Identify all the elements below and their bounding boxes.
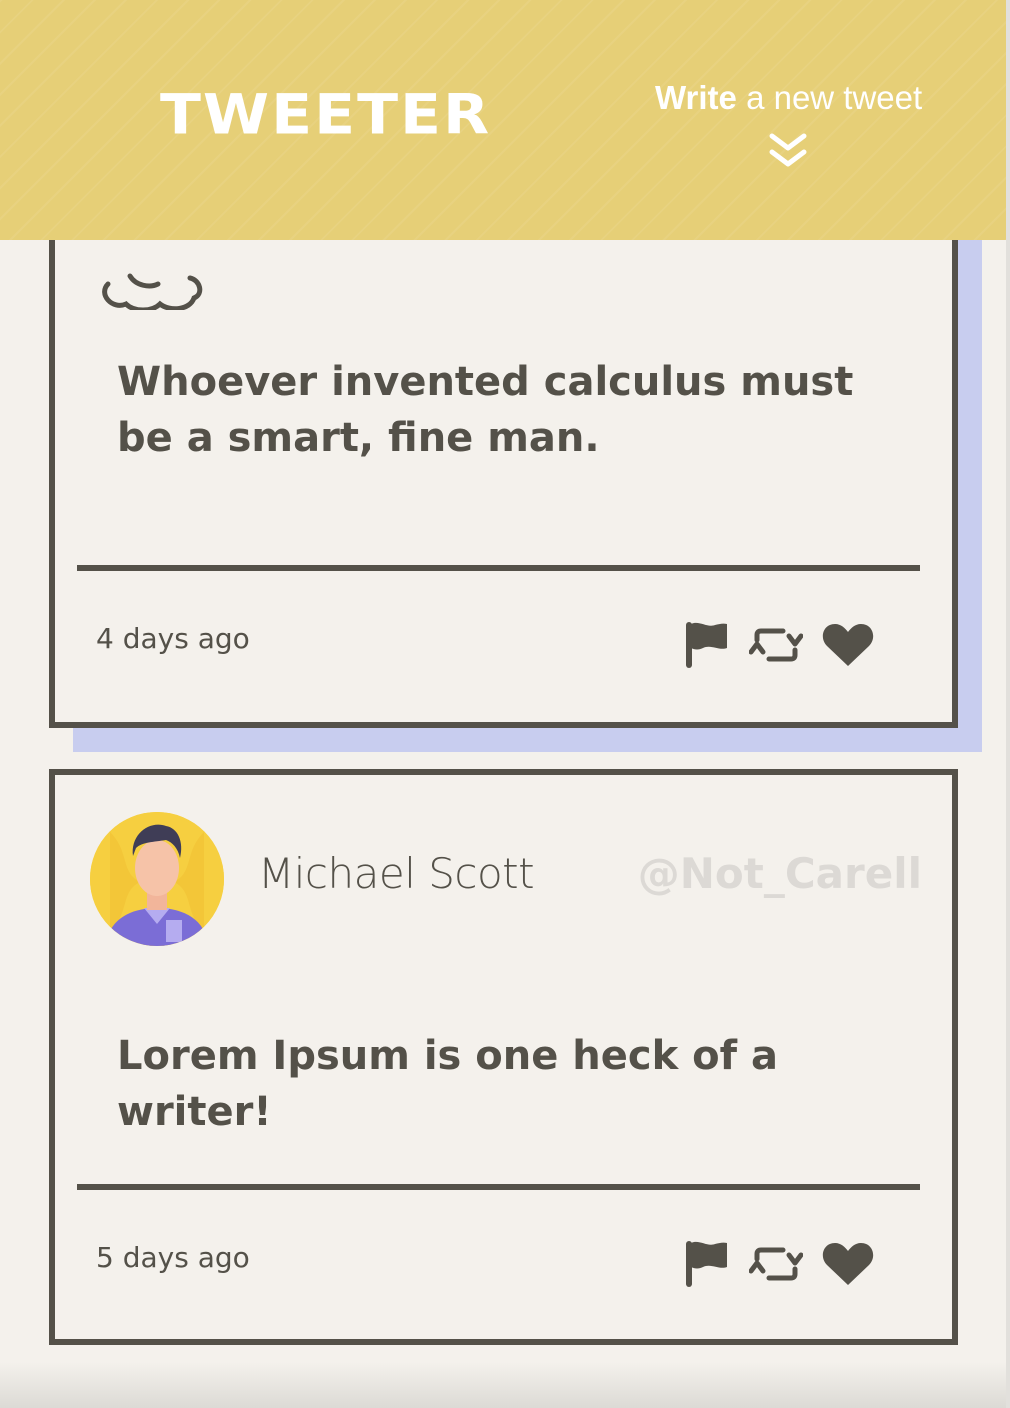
heart-icon[interactable] bbox=[821, 618, 875, 672]
tweet-actions bbox=[683, 618, 875, 672]
retweet-icon[interactable] bbox=[749, 1237, 803, 1291]
user-display-name: Michael Scott bbox=[258, 849, 535, 898]
compose-label-bold: Write bbox=[655, 79, 737, 116]
tweet-content: Lorem Ipsum is one heck of a writer! bbox=[117, 1033, 778, 1135]
bottom-scroll-fade bbox=[0, 1362, 1006, 1408]
person-avatar bbox=[90, 812, 224, 946]
user-handle: @Not_Carell bbox=[637, 849, 922, 898]
tweet-timestamp: 4 days ago bbox=[96, 622, 250, 655]
compose-label-rest: a new tweet bbox=[736, 79, 923, 116]
write-tweet-toggle[interactable]: Write a new tweet bbox=[655, 78, 930, 118]
page-edge bbox=[1006, 0, 1010, 1408]
tweet-card: Michael Scott @Not_Carell Lorem Ipsum is… bbox=[49, 769, 958, 1345]
tweet-actions bbox=[683, 1237, 875, 1291]
brand-logo: TWEETER bbox=[160, 83, 492, 148]
chevrons-down-icon[interactable] bbox=[768, 132, 808, 172]
flag-icon[interactable] bbox=[683, 1237, 729, 1291]
tweet-timestamp: 5 days ago bbox=[96, 1241, 250, 1274]
heart-icon[interactable] bbox=[821, 1237, 875, 1291]
top-nav: TWEETER Write a new tweet bbox=[0, 0, 1006, 240]
tweet-content: Whoever invented calculus must be a smar… bbox=[117, 359, 854, 461]
tweet-divider bbox=[77, 565, 920, 571]
tweet-divider bbox=[77, 1184, 920, 1190]
flag-icon[interactable] bbox=[683, 618, 729, 672]
retweet-icon[interactable] bbox=[749, 618, 803, 672]
